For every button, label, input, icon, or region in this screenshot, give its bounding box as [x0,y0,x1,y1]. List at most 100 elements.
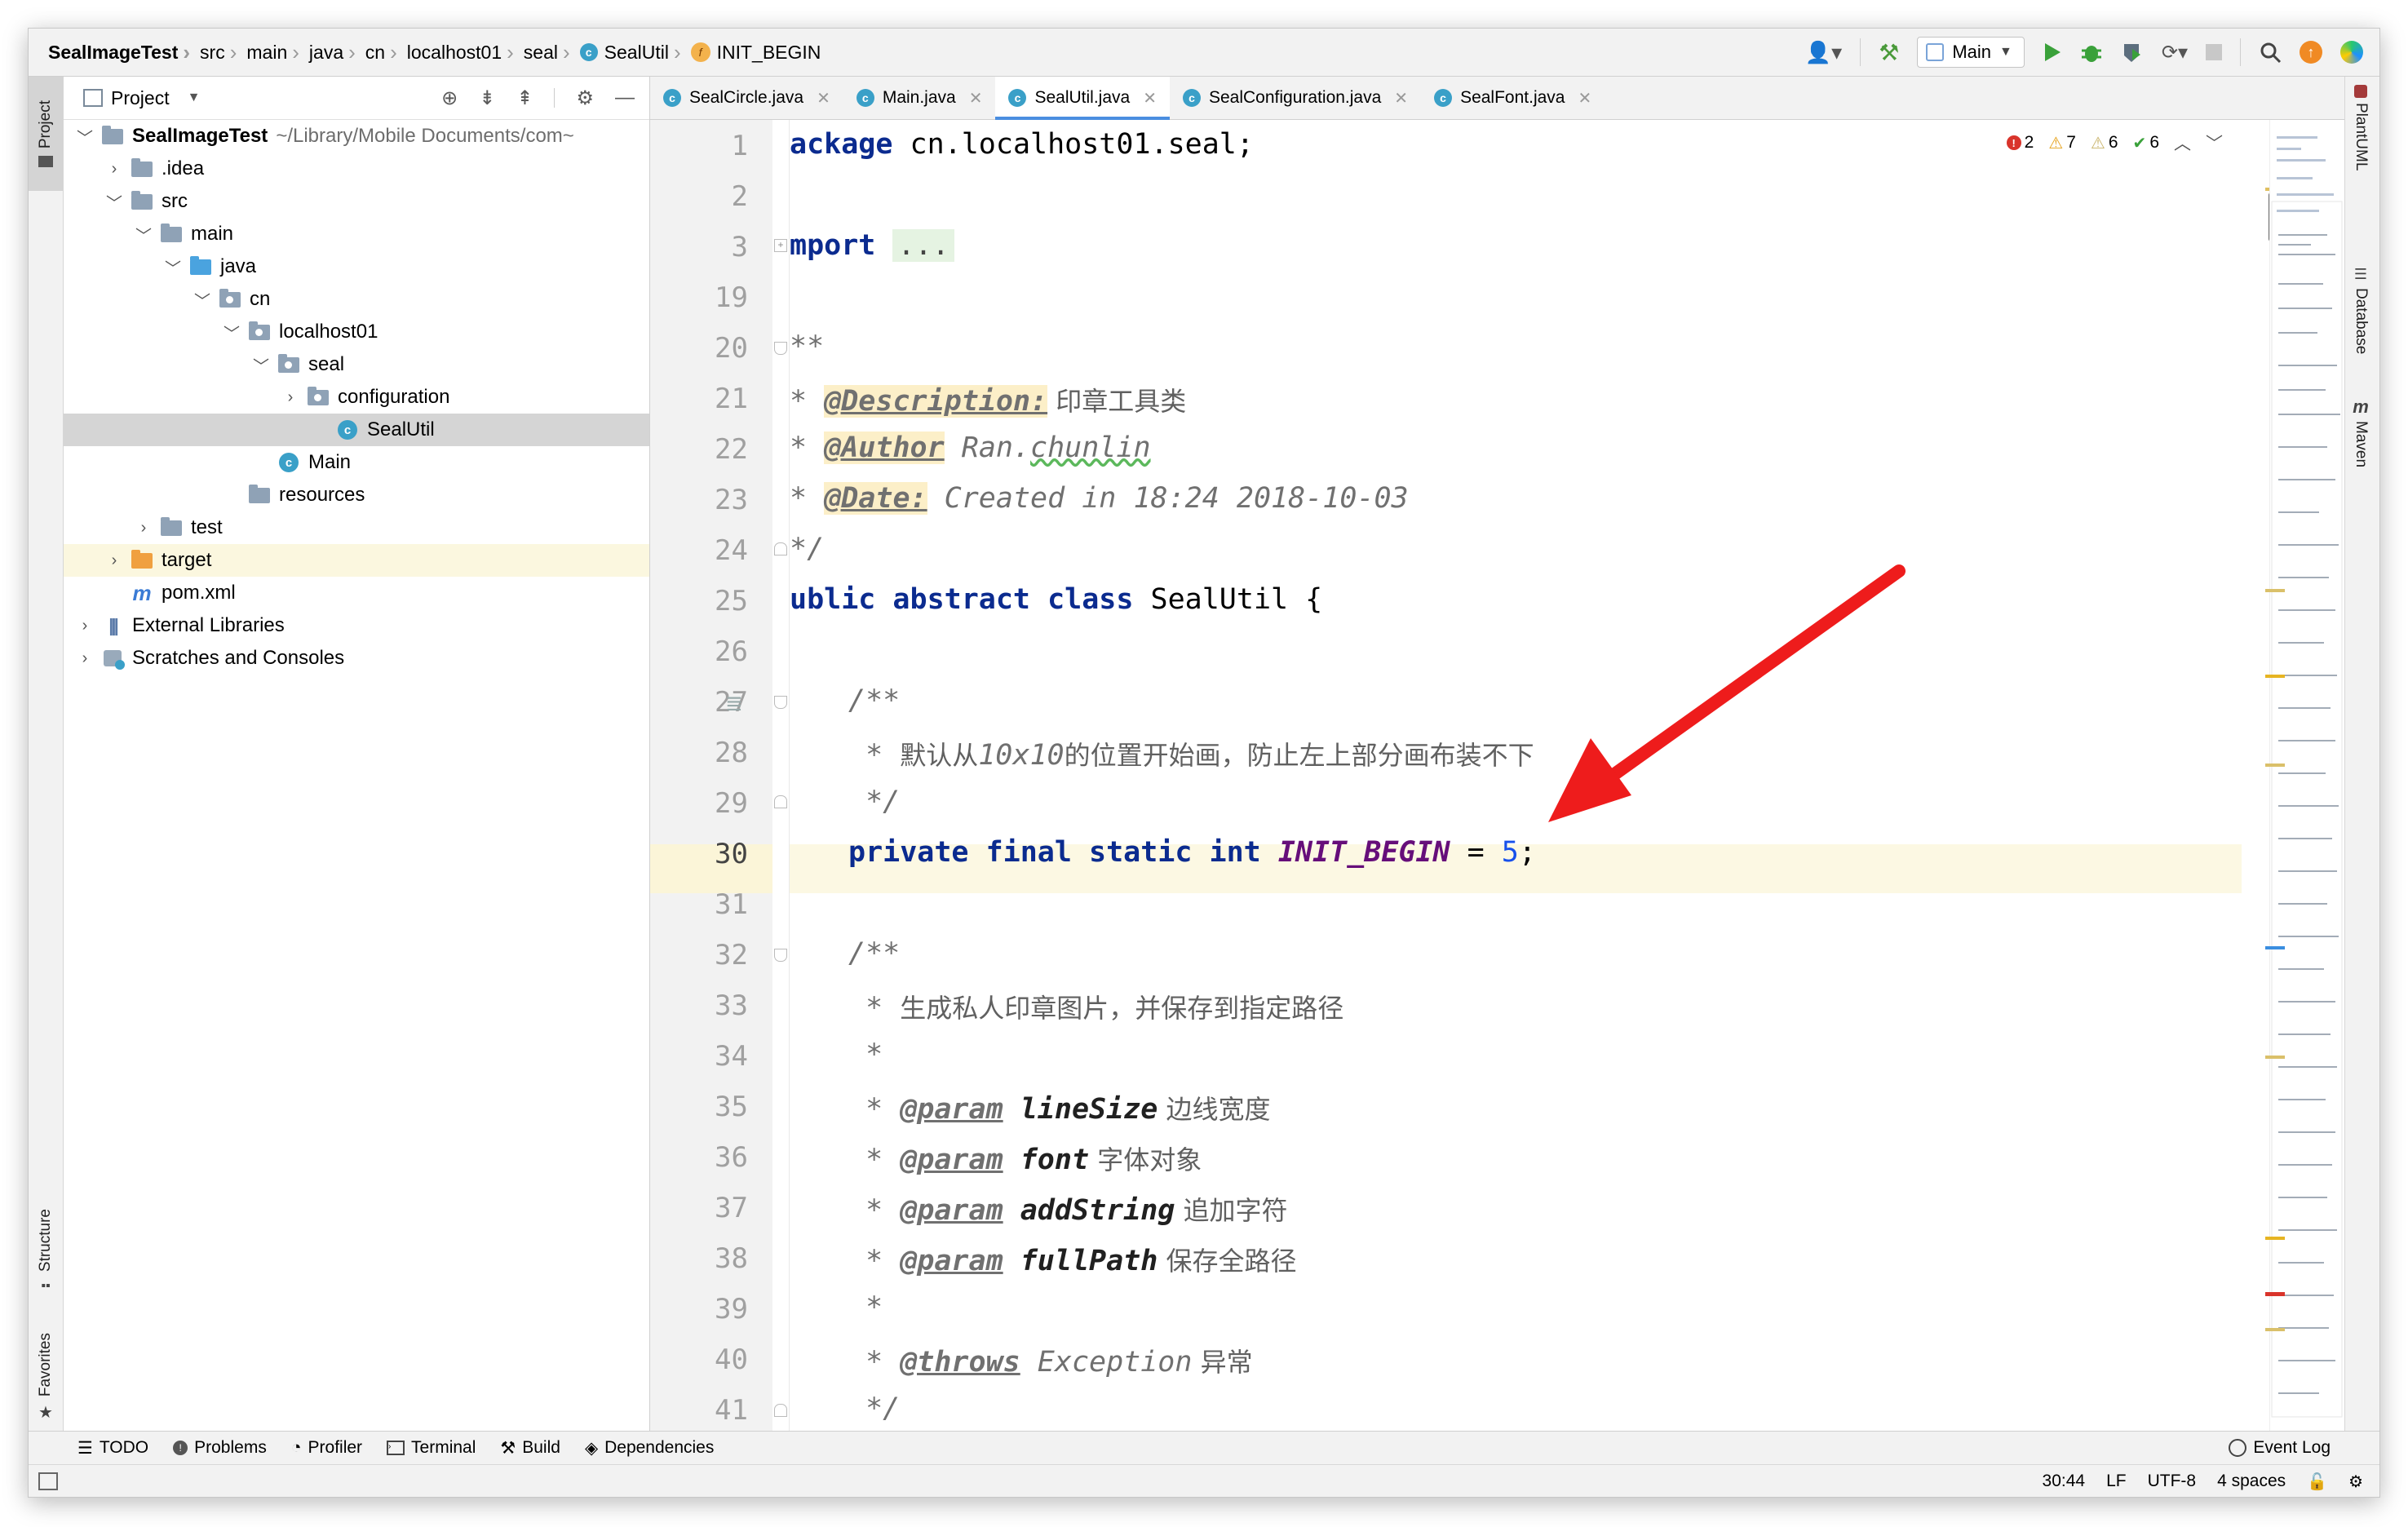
close-icon[interactable]: ✕ [1143,88,1157,108]
tree-item-scratches[interactable]: › Scratches and Consoles [64,642,649,675]
close-icon[interactable]: ✕ [969,88,983,108]
toggle-tool-windows-icon[interactable] [38,1472,58,1490]
chevron-down-icon[interactable]: ﹀ [158,255,188,279]
tree-item-target[interactable]: › target [64,544,649,577]
breadcrumb-item[interactable]: main › [246,40,309,65]
breadcrumb-item[interactable]: src › [200,40,246,65]
chevron-right-icon[interactable]: › [70,649,100,668]
chevron-down-icon[interactable]: ﹀ [217,321,246,344]
tree-item-sealutil[interactable]: c SealUtil [64,414,649,446]
tab-favorites[interactable]: Favorites ★ [29,1321,63,1435]
tool-dependencies[interactable]: ◈ Dependencies [585,1438,714,1458]
tree-item-src[interactable]: ﹀ src [64,185,649,218]
coverage-icon[interactable] [2121,41,2144,64]
tree-item-external-libraries[interactable]: › ||| External Libraries [64,609,649,642]
close-icon[interactable]: ✕ [817,88,830,108]
tree-item-main[interactable]: ﹀ main [64,218,649,250]
collapse-all-icon[interactable]: ⇞ [516,86,533,110]
breadcrumb-item[interactable]: java › [309,40,365,65]
method-outline-icon[interactable]: ≣ [725,691,743,716]
tab-main[interactable]: c Main.java ✕ [843,77,996,119]
close-icon[interactable]: ✕ [1394,88,1408,108]
expand-all-icon[interactable]: ⇟ [479,86,495,110]
tool-problems[interactable]: ! Problems [173,1438,267,1458]
stop-icon[interactable] [2206,44,2222,60]
fold-icon[interactable] [774,696,787,709]
inspection-widget[interactable]: ! 2 ⚠ 7 ⚠ 6 ✔ 6 ︿ ﹀ [2006,131,2223,155]
tool-todo[interactable]: ☰ TODO [77,1438,148,1458]
tree-item-java[interactable]: ﹀ java [64,250,649,283]
fold-icon[interactable] [774,795,787,808]
tool-terminal[interactable]: › Terminal [387,1438,476,1458]
chevron-right-icon[interactable]: › [70,617,100,635]
tab-structure[interactable]: Structure ▪▪ [29,1194,63,1308]
breadcrumb-item[interactable]: c SealUtil › [579,40,691,65]
tab-sealfont[interactable]: c SealFont.java ✕ [1421,77,1605,119]
run-icon[interactable] [2043,42,2062,63]
chevron-right-icon[interactable]: › [100,551,129,570]
locate-icon[interactable]: ⊕ [441,86,458,110]
chevron-down-icon[interactable]: ﹀ [129,223,158,246]
breadcrumb-item[interactable]: f INIT_BEGIN [690,42,821,64]
breadcrumb-item[interactable]: localhost01 › [407,40,524,65]
update-icon[interactable]: ↑ [2300,41,2322,64]
breadcrumb-item[interactable]: cn › [365,40,407,65]
fold-icon[interactable] [774,542,787,555]
tree-item-configuration[interactable]: › configuration [64,381,649,414]
tab-database[interactable]: ☰ Database [2352,266,2370,354]
fold-icon[interactable]: + [774,239,787,252]
tree-item-resources[interactable]: resources [64,479,649,511]
close-icon[interactable]: ✕ [1578,88,1591,108]
chevron-right-icon[interactable]: › [276,388,305,407]
chevron-right-icon[interactable]: › [100,160,129,179]
tree-item-sealimagetest[interactable]: ﹀ SealImageTest ~/Library/Mobile Documen… [64,120,649,153]
tool-event-log[interactable]: Event Log [2229,1438,2331,1458]
folded-imports[interactable]: ... [892,229,954,262]
fold-icon[interactable] [774,1404,787,1417]
inspector-icon[interactable]: ⚙ [2348,1472,2363,1492]
search-icon[interactable] [2259,41,2282,64]
tree-item-test[interactable]: › test [64,511,649,544]
project-view-select[interactable]: Project ▼ [83,87,200,109]
chevron-down-icon[interactable]: ﹀ [100,190,129,214]
warning-count[interactable]: ⚠ 7 [2048,133,2076,153]
tab-maven[interactable]: m Maven [2352,396,2370,467]
tree-item-main-class[interactable]: c Main [64,446,649,479]
tree-item-seal[interactable]: ﹀ seal [64,348,649,381]
debug-icon[interactable] [2080,41,2103,64]
profiler-run-icon[interactable]: ⟳▾ [2162,41,2188,64]
tab-sealutil[interactable]: c SealUtil.java ✕ [995,77,1170,120]
chevron-right-icon[interactable]: › [129,519,158,538]
fold-icon[interactable] [774,342,787,355]
toolbox-icon[interactable] [2340,41,2363,64]
tree-item-localhost01[interactable]: ﹀ localhost01 [64,316,649,348]
breadcrumb-item[interactable]: seal › [524,40,580,65]
code-minimap[interactable] [2269,120,2345,1431]
breadcrumb-item[interactable]: SealImageTest › [48,40,200,65]
tree-item-cn[interactable]: ﹀ cn [64,283,649,316]
typo-count[interactable]: ✔ 6 [2133,133,2159,153]
minimize-icon[interactable]: — [615,86,635,109]
error-count[interactable]: ! 2 [2006,133,2034,153]
user-icon[interactable]: 👤▾ [1805,40,1842,65]
tab-plantuml[interactable]: PlantUML [2352,85,2370,170]
previous-highlight-icon[interactable]: ︿ [2174,131,2191,155]
lock-icon[interactable]: 🔓 [2307,1472,2327,1492]
chevron-down-icon[interactable]: ﹀ [246,353,276,377]
fold-icon[interactable] [774,949,787,962]
typo-marker[interactable]: chunlin [1030,432,1151,464]
weak-warning-count[interactable]: ⚠ 6 [2091,133,2118,153]
caret-position[interactable]: 30:44 [2043,1472,2086,1491]
tab-sealconfiguration[interactable]: c SealConfiguration.java ✕ [1170,77,1421,119]
tool-build[interactable]: ⚒ Build [500,1438,560,1458]
chevron-down-icon[interactable]: ﹀ [188,288,217,312]
chevron-down-icon[interactable]: ﹀ [70,125,100,148]
indent-setting[interactable]: 4 spaces [2217,1472,2286,1491]
file-encoding[interactable]: UTF-8 [2148,1472,2197,1491]
tab-sealcircle[interactable]: c SealCircle.java ✕ [650,77,843,119]
line-separator[interactable]: LF [2106,1472,2127,1491]
build-hammer-icon[interactable]: ⚒ [1879,39,1899,66]
next-highlight-icon[interactable]: ﹀ [2206,131,2223,155]
tool-profiler[interactable]: ◔ Profiler [291,1438,362,1458]
tab-project[interactable]: Project [29,77,63,191]
